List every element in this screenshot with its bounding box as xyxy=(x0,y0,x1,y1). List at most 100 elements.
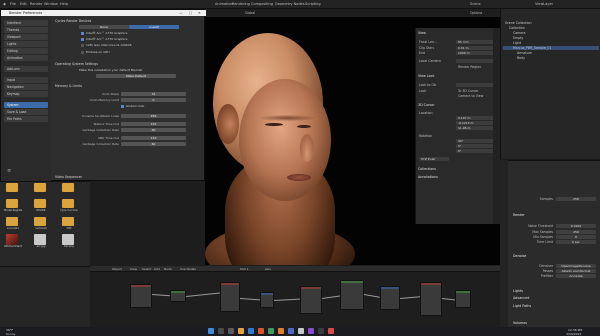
make-default-button[interactable]: Make Default xyxy=(96,74,176,78)
menu-edit[interactable]: Edit xyxy=(20,2,27,6)
clip-start-field[interactable]: 0.01 m xyxy=(456,46,494,50)
viewport-options-button[interactable]: Options xyxy=(470,11,482,15)
camera-to-view-checkbox[interactable]: Camera to View xyxy=(458,94,483,98)
view-layer-selector[interactable]: ViewLayer xyxy=(535,2,553,6)
view-panel-heading[interactable]: View xyxy=(418,31,426,35)
menu-window[interactable]: Window xyxy=(44,2,58,6)
outliner-item[interactable]: Empty xyxy=(513,36,523,40)
outliner-item[interactable]: Collection xyxy=(509,26,525,30)
to-3d-cursor-checkbox[interactable]: To 3D Cursor xyxy=(458,89,478,93)
file-item[interactable]: Model Register... xyxy=(4,198,22,213)
garbage-rate-field[interactable]: 60 xyxy=(121,128,186,132)
clip-end-field[interactable]: 1000 m xyxy=(456,51,494,55)
samples-field[interactable]: 256 xyxy=(556,197,596,201)
outliner-item[interactable]: Body xyxy=(517,56,525,60)
close-icon[interactable]: ✕ xyxy=(198,11,201,15)
start-menu-icon[interactable] xyxy=(208,328,214,334)
max-samples-field[interactable]: 256 xyxy=(556,230,596,234)
file-item[interactable]: bar.png xyxy=(60,234,76,249)
cursor-rot-x[interactable]: 90° xyxy=(456,139,494,143)
passes-select[interactable]: Albedo and Normal xyxy=(556,269,596,273)
collections-heading[interactable]: Collections xyxy=(418,167,436,171)
cursor-rot-y[interactable]: 0° xyxy=(456,144,494,148)
file-item[interactable] xyxy=(32,182,48,197)
render-heading[interactable]: Render xyxy=(513,213,525,217)
global-undo-checkbox[interactable] xyxy=(121,105,124,108)
file-item[interactable]: tyce-m-rrima xyxy=(60,198,77,213)
maximize-icon[interactable]: □ xyxy=(189,11,192,15)
app-icon[interactable] xyxy=(268,328,274,334)
denoise-heading[interactable]: Denoise xyxy=(513,254,526,258)
outliner-item[interactable]: Armature xyxy=(517,51,532,55)
advanced-section[interactable]: Advanced xyxy=(513,296,529,300)
workspace-tab[interactable]: Animation xyxy=(215,2,233,6)
properties-tab-strip[interactable] xyxy=(500,160,508,327)
file-item[interactable]: source01 xyxy=(4,216,20,231)
prefs-tab-viewport[interactable]: Viewport xyxy=(4,34,48,40)
prefs-tab-save-load[interactable]: Save & Load xyxy=(4,109,48,115)
device-checkbox[interactable] xyxy=(81,38,84,41)
denoiser-select[interactable]: OpenImageDenoise xyxy=(556,264,596,268)
search-icon[interactable] xyxy=(218,328,224,334)
shader-node[interactable] xyxy=(170,290,186,302)
embree-gpu-checkbox[interactable] xyxy=(81,51,84,54)
menu-help[interactable]: Help xyxy=(60,2,68,6)
minimize-icon[interactable]: — xyxy=(179,11,182,15)
workspace-tab[interactable]: Scripting xyxy=(305,2,321,6)
workspace-tab[interactable]: Compositing xyxy=(251,2,273,6)
outliner-item[interactable]: Scene Collection xyxy=(505,21,532,25)
render-region-checkbox[interactable]: Render Region xyxy=(458,65,481,69)
cycles-devices-heading[interactable]: Cycles Render Devices xyxy=(55,19,91,23)
prefs-tab-file-paths[interactable]: File Paths xyxy=(4,116,48,122)
prefs-tab-input[interactable]: Input xyxy=(4,77,48,83)
memory-limits-heading[interactable]: Memory & Limits xyxy=(55,84,82,88)
view-lock-heading[interactable]: View Lock xyxy=(418,74,434,78)
prefs-tab-editing[interactable]: Editing xyxy=(4,48,48,54)
menu-render[interactable]: Render xyxy=(30,2,42,6)
3d-cursor-heading[interactable]: 3D Cursor xyxy=(418,103,435,107)
blender-taskbar-icon[interactable] xyxy=(278,328,284,334)
min-samples-field[interactable]: 0 xyxy=(556,235,596,239)
console-scrollback-field[interactable]: 256 xyxy=(121,114,186,118)
transform-orientation[interactable]: Global xyxy=(245,11,255,15)
office-icon[interactable] xyxy=(258,328,264,334)
vbo-garbage-field[interactable]: 60 xyxy=(121,142,186,146)
prefs-tab-addons[interactable]: Add-ons xyxy=(4,66,48,72)
device-checkbox[interactable] xyxy=(81,32,84,35)
shader-node[interactable] xyxy=(300,286,322,314)
file-item[interactable]: arc.jpg xyxy=(32,234,48,249)
workspace-tab[interactable]: Geometry Nodes xyxy=(275,2,305,6)
outliner-item[interactable]: Light xyxy=(513,41,521,45)
edge-icon[interactable] xyxy=(248,328,254,334)
shader-node-editor[interactable] xyxy=(90,271,500,327)
prefs-tab-themes[interactable]: Themes xyxy=(4,27,48,33)
prefs-tab-interface[interactable]: Interface xyxy=(4,20,48,26)
shader-node[interactable] xyxy=(340,280,364,310)
lock-to-object-field[interactable] xyxy=(456,83,494,87)
workspace-tab[interactable]: Rendering xyxy=(232,2,250,6)
cursor-loc-z[interactable]: 11.96 m xyxy=(456,126,494,130)
shader-node[interactable] xyxy=(380,286,400,310)
undo-memory-field[interactable]: 0 xyxy=(121,98,186,102)
undo-steps-field[interactable]: 32 xyxy=(121,92,186,96)
app-icon[interactable] xyxy=(288,328,294,334)
file-item[interactable]: RIGIDK xyxy=(32,198,48,213)
annotations-heading[interactable]: Annotations xyxy=(418,175,438,179)
volumes-section[interactable]: Volumes xyxy=(513,321,527,325)
lights-section[interactable]: Lights xyxy=(513,289,523,293)
os-settings-heading[interactable]: Operating System Settings xyxy=(55,62,98,66)
shader-node[interactable] xyxy=(260,292,274,308)
device-tab-none[interactable]: None xyxy=(79,25,129,29)
app-icon[interactable] xyxy=(308,328,314,334)
hamburger-menu-icon[interactable]: ≡ xyxy=(7,168,13,174)
file-item[interactable]: surface0 xyxy=(32,216,48,231)
light-paths-section[interactable]: Light Paths xyxy=(513,304,531,308)
cursor-rot-z[interactable]: 0° xyxy=(456,149,494,153)
file-explorer-icon[interactable] xyxy=(238,328,244,334)
app-icon[interactable] xyxy=(328,328,334,334)
prefs-tab-navigation[interactable]: Navigation xyxy=(4,84,48,90)
file-item[interactable]: ICM xyxy=(60,216,76,231)
cursor-loc-x[interactable]: 0.107 m xyxy=(456,116,494,120)
blender-logo-icon[interactable]: ◉ xyxy=(3,2,6,6)
prefs-tab-lights[interactable]: Lights xyxy=(4,41,48,47)
